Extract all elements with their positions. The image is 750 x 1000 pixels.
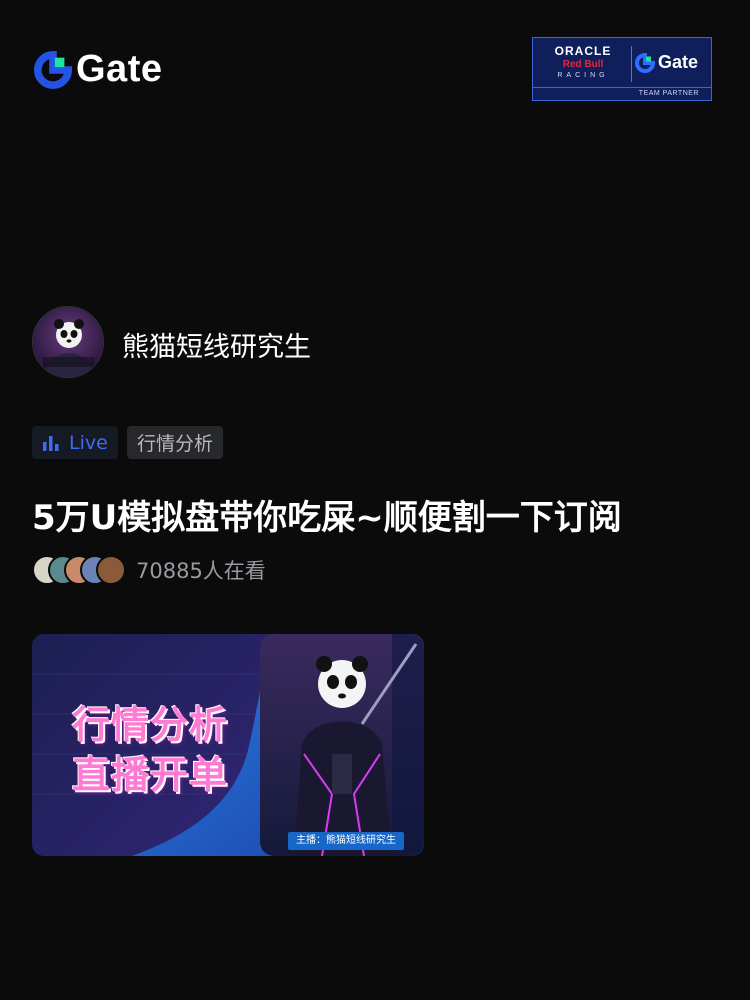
thumbnail-caption: 主播：熊猫短线研究生 xyxy=(288,832,404,850)
stream-thumbnail[interactable]: 行情分析 直播开单 主播：熊猫短线研究生 xyxy=(32,634,424,856)
host-avatar[interactable] xyxy=(32,306,104,378)
bar-chart-icon xyxy=(43,435,59,451)
team-partner-label: TEAM PARTNER xyxy=(533,87,711,100)
viewer-avatar xyxy=(96,555,126,585)
panda-avatar-image xyxy=(33,307,103,377)
team-partner-badge: ORACLE Red Bull RACING Gate TEAM PARTNER xyxy=(532,37,712,101)
badge-gate-text: Gate xyxy=(658,52,699,72)
live-label: Live xyxy=(69,431,108,454)
live-tag: Live xyxy=(32,426,118,459)
badge-gate-logo: Gate xyxy=(635,52,698,73)
gate-logo[interactable]: Gate xyxy=(34,48,162,91)
oracle-text: ORACLE xyxy=(554,44,612,58)
viewer-info: 70885人在看 xyxy=(32,553,266,587)
viewer-count: 70885人在看 xyxy=(136,559,266,583)
gate-logo-text: Gate xyxy=(76,48,163,90)
thumbnail-headline: 行情分析 直播开单 xyxy=(72,700,228,800)
thumbnail-line2: 直播开单 xyxy=(72,753,229,797)
host-name[interactable]: 熊猫短线研究生 xyxy=(122,325,311,364)
viewer-avatars xyxy=(32,553,132,587)
racing-text: RACING xyxy=(557,72,609,79)
gate-logo-icon xyxy=(635,52,655,73)
badge-divider xyxy=(631,46,632,82)
gate-logo-icon xyxy=(34,50,72,89)
thumbnail-line1: 行情分析 xyxy=(72,703,229,747)
stream-title[interactable]: 5万U模拟盘带你吃屎~顺便割一下订阅 xyxy=(32,490,622,539)
oracle-redbull-logo: ORACLE Red Bull RACING xyxy=(543,44,623,79)
category-tag[interactable]: 行情分析 xyxy=(127,426,223,459)
redbull-text: Red Bull xyxy=(562,59,604,70)
